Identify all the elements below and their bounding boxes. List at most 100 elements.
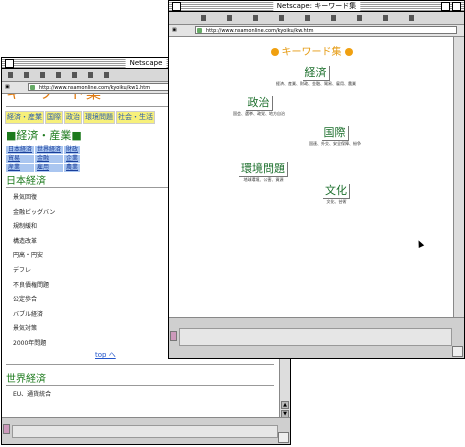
back-url-text: http://www.nsamonline.com/kyoiku/kw1.htm xyxy=(39,85,151,91)
tab-environment[interactable]: 環境問題 xyxy=(83,111,115,124)
forward-button-icon[interactable] xyxy=(227,15,232,21)
front-page-content: キーワード集 経済 経済、産業、財政、金融、貿易、雇用、農業 政治 国会、選挙、… xyxy=(169,37,454,318)
category-tabs: 経済・産業 国際 政治 環境問題 社会・生活 xyxy=(5,111,155,124)
keyword-link[interactable]: 政治 xyxy=(245,96,273,111)
forward-button-icon[interactable] xyxy=(24,72,29,78)
back-button-icon[interactable] xyxy=(201,15,206,21)
topic-grid: 日本経済 世界経済 財政 貿易 金融 企業 産業 雇用 農業 xyxy=(6,146,81,172)
back-window-title: Netscape xyxy=(125,58,167,68)
status-text xyxy=(12,425,278,438)
zoom-box[interactable] xyxy=(441,2,450,11)
keyword-economy: 経済 経済、産業、財政、金融、貿易、雇用、農業 xyxy=(276,66,356,87)
list-item: 不良債権問題 xyxy=(13,281,50,289)
print-button-icon[interactable] xyxy=(88,72,93,78)
reload-button-icon[interactable] xyxy=(40,72,45,78)
list-item: 円高・円安 xyxy=(13,252,44,260)
stop-button-icon[interactable] xyxy=(104,72,109,78)
front-toolbar xyxy=(169,12,464,25)
tab-society[interactable]: 社会・生活 xyxy=(116,111,155,124)
close-box[interactable] xyxy=(5,59,14,68)
keyword-list: 景気回復 金融ビッグバン 規制緩和 構造改革 円高・円安 デフレ 不良債権問題 … xyxy=(13,191,55,352)
images-button-icon[interactable] xyxy=(331,15,336,21)
front-status-bar xyxy=(169,317,464,358)
keyword-subtopics: 国会、選挙、政党、地方自治 xyxy=(233,111,285,116)
location-label-icon: ▣ xyxy=(172,27,177,33)
bullet-icon xyxy=(344,48,353,56)
list-item: 2000年問題 xyxy=(13,339,47,347)
list-item: 景気回復 xyxy=(13,194,38,201)
list-item: 景気対策 xyxy=(13,325,38,333)
status-text xyxy=(179,328,452,346)
security-lock-icon[interactable] xyxy=(3,424,10,434)
front-browser-window: Netscape: キーワード集 ▣ http://www.nsamonline… xyxy=(168,0,465,359)
mouse-pointer-icon xyxy=(415,239,425,248)
tab-politics[interactable]: 政治 xyxy=(64,111,82,124)
bullet-icon xyxy=(270,48,279,56)
back-status-bar xyxy=(2,417,290,444)
keyword-subtopics: 国連、外交、安全保障、紛争 xyxy=(309,141,361,146)
tab-economy[interactable]: 経済・産業 xyxy=(5,111,44,124)
list-item: 構造改革 xyxy=(13,237,38,245)
list-item: 規制緩和 xyxy=(13,223,38,231)
location-label-icon: ▣ xyxy=(5,84,10,90)
keyword-environment: 環境問題 地球環境、公害、資源 xyxy=(239,162,288,183)
grid-link[interactable]: 世界経済 xyxy=(35,146,64,154)
grid-link[interactable]: 農業 xyxy=(64,164,81,172)
home-button-icon[interactable] xyxy=(56,72,61,78)
grid-link[interactable]: 企業 xyxy=(64,155,81,163)
front-window-title: Netscape: キーワード集 xyxy=(272,1,361,11)
list-item: 金融ビッグバン xyxy=(13,208,56,216)
scroll-up-arrow-icon[interactable]: ▲ xyxy=(281,401,289,409)
keyword-link[interactable]: 文化 xyxy=(323,184,350,199)
keyword-link[interactable]: 国際 xyxy=(321,126,349,141)
keyword-subtopics: 文化、芸術 xyxy=(326,199,347,204)
front-title-bar[interactable]: Netscape: キーワード集 xyxy=(169,1,464,12)
page-proxy-icon[interactable] xyxy=(30,85,35,90)
home-button-icon[interactable] xyxy=(279,15,284,21)
close-box[interactable] xyxy=(172,2,181,11)
front-url-text: http://www.nsamonline.com/kyoiku/kw.htm xyxy=(206,28,314,34)
back-button-icon[interactable] xyxy=(8,72,13,78)
keyword-culture: 文化 文化、芸術 xyxy=(323,184,350,205)
keyword-international: 国際 国連、外交、安全保障、紛争 xyxy=(309,126,361,147)
keyword-link[interactable]: 環境問題 xyxy=(239,162,288,177)
resize-grip-icon[interactable] xyxy=(278,432,289,443)
page-title: キーワード集 xyxy=(281,47,342,58)
keyword-subtopics: 経済、産業、財政、金融、貿易、雇用、農業 xyxy=(276,81,356,86)
grid-link[interactable]: 産業 xyxy=(6,164,35,172)
grid-link[interactable]: 雇用 xyxy=(35,164,64,172)
sub-heading: 日本経済 xyxy=(6,176,46,187)
security-button-icon[interactable] xyxy=(383,15,388,21)
collapse-box[interactable] xyxy=(452,2,461,11)
grid-link[interactable]: 財政 xyxy=(64,146,81,154)
front-url-field[interactable]: http://www.nsamonline.com/kyoiku/kw.htm xyxy=(195,26,457,34)
security-lock-icon[interactable] xyxy=(170,331,177,341)
page-proxy-icon[interactable] xyxy=(197,28,202,33)
list-item: バブル経済 xyxy=(13,310,44,318)
search-button-icon[interactable] xyxy=(72,72,77,78)
sub-heading-world: 世界経済 xyxy=(6,374,46,385)
front-scrollbar[interactable] xyxy=(453,37,464,318)
search-button-icon[interactable] xyxy=(305,15,310,21)
resize-grip-icon[interactable] xyxy=(452,346,463,357)
keyword-subtopics: 地球環境、公害、資源 xyxy=(243,177,284,182)
print-button-icon[interactable] xyxy=(357,15,362,21)
list-item: EU、通貨統合 xyxy=(13,391,52,398)
divider xyxy=(6,364,274,365)
section-heading: ■経済・産業■ xyxy=(6,129,82,142)
list-item: 公定歩合 xyxy=(13,296,38,304)
top-link[interactable]: top へ xyxy=(95,350,116,360)
tab-international[interactable]: 国際 xyxy=(45,111,63,124)
list-item: デフレ xyxy=(13,266,32,274)
stop-button-icon[interactable] xyxy=(409,15,414,21)
keyword-politics: 政治 国会、選挙、政党、地方自治 xyxy=(233,96,285,117)
grid-link[interactable]: 貿易 xyxy=(6,155,35,163)
grid-link[interactable]: 金融 xyxy=(35,155,64,163)
front-location-bar: ▣ http://www.nsamonline.com/kyoiku/kw.ht… xyxy=(169,25,464,37)
back-page-title: キーワード集 xyxy=(6,94,102,103)
reload-button-icon[interactable] xyxy=(253,15,258,21)
keyword-link[interactable]: 経済 xyxy=(302,66,330,81)
grid-link[interactable]: 日本経済 xyxy=(6,146,35,154)
divider xyxy=(6,385,274,386)
front-page-title: キーワード集 xyxy=(169,43,454,58)
